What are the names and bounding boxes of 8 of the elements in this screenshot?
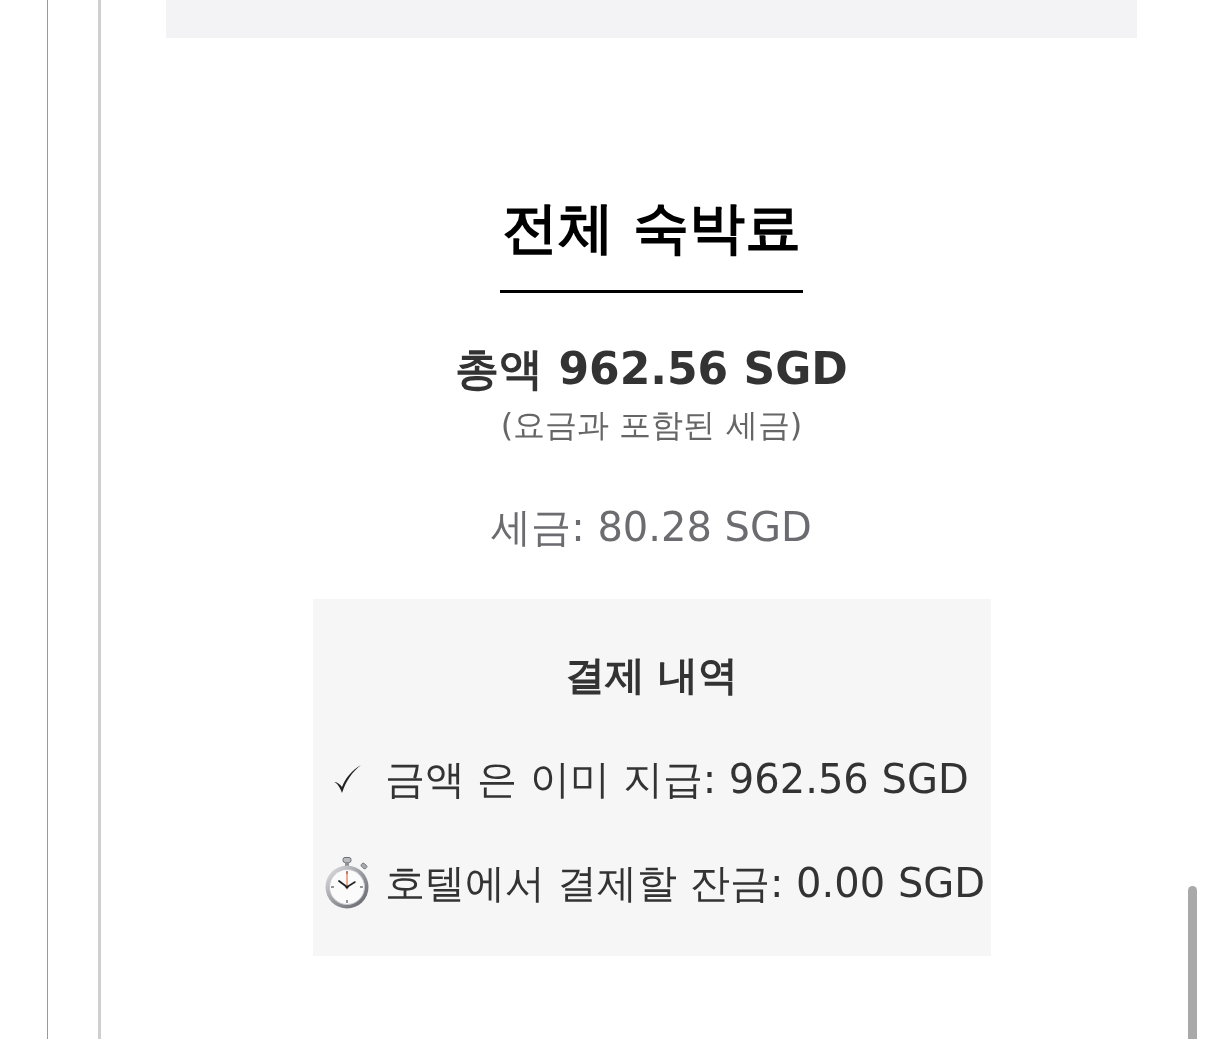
paid-amount-text: 금액 은 이미 지급: 962.56 SGD	[384, 755, 969, 803]
payment-details-title: 결제 내역	[563, 651, 740, 699]
balance-due-text: 호텔에서 결제할 잔금: 0.00 SGD	[384, 859, 986, 907]
section-heading: 전체 숙박료	[499, 194, 804, 293]
tax-included-note: (요금과 포함된 세금)	[500, 405, 803, 445]
tax-amount: 세금: 80.28 SGD	[491, 503, 812, 551]
scrollbar-thumb[interactable]	[1188, 886, 1197, 1039]
total-amount: 총액 962.56 SGD	[455, 343, 848, 395]
